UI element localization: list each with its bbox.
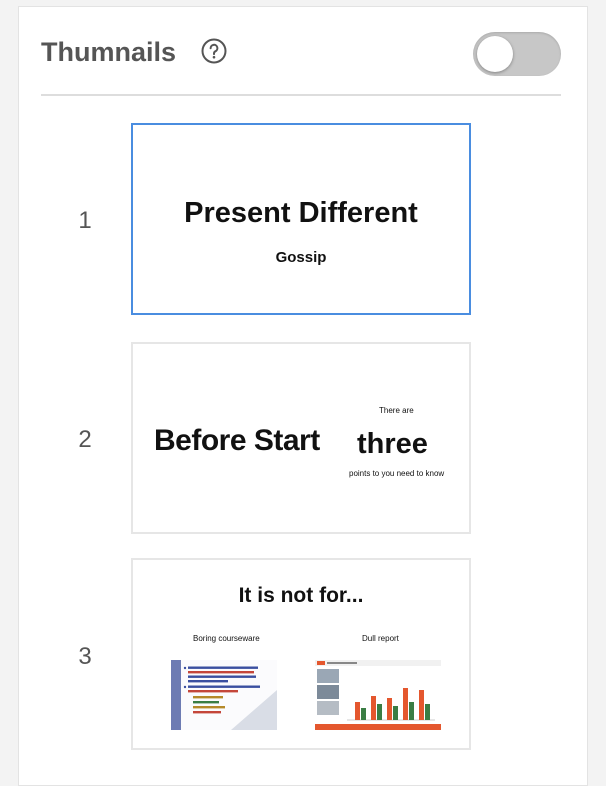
slide-3-left-caption: Boring courseware [193,634,260,643]
slide-number-2: 2 [78,426,92,453]
slide-2-small-bottom: points to you need to know [349,469,445,478]
slide-3-right-caption: Dull report [362,634,399,643]
slide-2-big-text: three [357,428,428,460]
toggle-knob [477,36,513,72]
dull-report-image [315,660,441,730]
slide-thumbnail-3[interactable]: It is not for... Boring courseware Dull … [131,558,471,750]
header-divider [41,94,561,96]
slide-2-small-top: There are [379,406,414,415]
slide-thumbnail-1[interactable]: Present Different Gossip [131,123,471,315]
panel-header: Thumnails [41,32,561,82]
slide-number-3: 3 [78,643,92,670]
question-circle-icon[interactable] [201,38,227,64]
thumbnails-toggle[interactable] [473,32,561,76]
slide-2-left-text: Before Start [154,424,320,457]
slide-1-subtitle: Gossip [275,249,327,266]
boring-courseware-image [171,660,277,730]
thumbnails-panel: Thumnails 1 Present Different Gossip 2 B… [18,6,588,786]
panel-title: Thumnails [41,37,177,67]
slide-thumbnail-2[interactable]: Before Start There are three points to y… [131,342,471,534]
slide-3-title: It is not for... [238,584,364,607]
slide-number-1: 1 [78,207,92,234]
slide-1-title: Present Different [184,197,418,229]
